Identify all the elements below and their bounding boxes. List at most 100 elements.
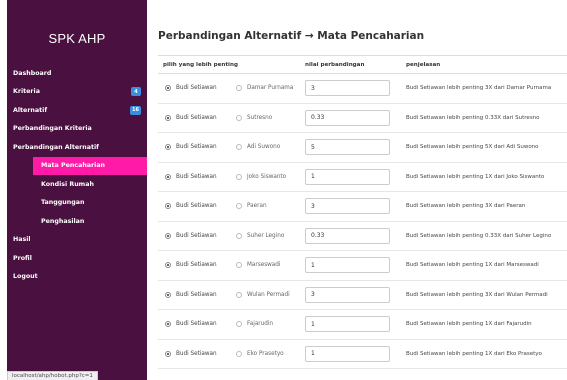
choice-label-b: Fajarudin — [247, 321, 274, 328]
choice-label-b: Paeran — [247, 203, 267, 210]
comparison-value-input[interactable] — [305, 198, 390, 215]
description-cell: Budi Setiawan lebih penting 0.33X dari S… — [406, 114, 540, 121]
count-badge: 4 — [131, 87, 141, 97]
comparison-value-input[interactable] — [305, 168, 390, 185]
value-cell — [300, 80, 401, 97]
sidebar-item-label: Mata Pencaharian — [41, 162, 106, 170]
choice-option-b[interactable]: Damar Purnama — [229, 85, 300, 92]
choice-option-b[interactable]: Eko Prasetyo — [229, 350, 300, 357]
choice-label-b: Joko Siswanto — [247, 173, 287, 180]
radio-checked-icon[interactable] — [165, 203, 171, 210]
sidebar-item-label: Hasil — [13, 236, 31, 244]
choice-label-b: Adi Suwono — [247, 144, 281, 151]
comparison-value-input[interactable] — [305, 109, 390, 126]
choice-option-a[interactable]: Budi Setiawan — [158, 173, 229, 180]
choice-option-b[interactable]: Wulan Permadi — [229, 291, 300, 298]
radio-checked-icon[interactable] — [165, 232, 171, 239]
radio-checked-icon[interactable] — [165, 321, 171, 328]
choice-option-b[interactable]: Marseswadi — [229, 262, 300, 269]
choice-option-a[interactable]: Budi Setiawan — [158, 203, 229, 210]
comparison-value-input[interactable] — [305, 345, 390, 362]
value-cell — [300, 168, 401, 185]
radio-checked-icon[interactable] — [165, 85, 171, 92]
sidebar-item-label: Perbandingan Alternatif — [13, 143, 99, 151]
comparison-value-input[interactable] — [305, 316, 390, 333]
radio-unchecked-icon[interactable] — [236, 350, 242, 357]
choice-option-a[interactable]: Budi Setiawan — [158, 291, 229, 298]
sidebar-item-dashboard[interactable]: Dashboard — [7, 64, 147, 83]
sidebar-item-logout[interactable]: Logout — [7, 268, 147, 287]
comparison-value-input[interactable] — [305, 139, 390, 156]
radio-unchecked-icon[interactable] — [236, 291, 242, 298]
radio-unchecked-icon[interactable] — [236, 321, 242, 328]
choice-option-a[interactable]: Budi Setiawan — [158, 321, 229, 328]
value-cell — [300, 109, 401, 126]
sidebar-item-label: Logout — [13, 273, 38, 281]
count-badge: 16 — [130, 105, 141, 115]
description-cell: Budi Setiawan lebih penting 3X dari Paer… — [406, 203, 526, 210]
sidebar-subitem-kondisi-rumah[interactable]: Kondisi Rumah — [7, 175, 147, 194]
choice-option-b[interactable]: Sutresno — [229, 114, 300, 121]
page-title: Perbandingan Alternatif → Mata Pencahari… — [158, 30, 425, 42]
comparison-value-input[interactable] — [305, 257, 390, 274]
radio-checked-icon[interactable] — [165, 144, 171, 151]
description-cell: Budi Setiawan lebih penting 0.33X dari S… — [406, 232, 552, 239]
column-header-value: nilai perbandingan — [305, 61, 365, 68]
radio-checked-icon[interactable] — [165, 114, 171, 121]
choice-option-a[interactable]: Budi Setiawan — [158, 232, 229, 239]
radio-checked-icon[interactable] — [165, 350, 171, 357]
sidebar-item-label: Dashboard — [13, 69, 52, 77]
radio-checked-icon[interactable] — [165, 291, 171, 298]
sidebar-item-label: Perbandingan Kriteria — [13, 125, 92, 133]
radio-unchecked-icon[interactable] — [236, 144, 242, 151]
choice-option-b[interactable]: Suher Legino — [229, 232, 300, 239]
sidebar-item-alternatif[interactable]: Alternatif 16 — [7, 101, 147, 120]
table-row: Budi Setiawan Fajarudin Budi Setiawan le… — [158, 310, 567, 340]
table-row: Budi Setiawan Marseswadi Budi Setiawan l… — [158, 251, 567, 281]
radio-unchecked-icon[interactable] — [236, 262, 242, 269]
sidebar-subitem-mata-pencaharian[interactable]: Mata Pencaharian — [33, 156, 147, 175]
table-row: Budi Setiawan Joko Siswanto Budi Setiawa… — [158, 163, 567, 192]
sidebar-item-profil[interactable]: Profil — [7, 249, 147, 268]
choice-label-a: Budi Setiawan — [176, 85, 217, 92]
sidebar-item-hasil[interactable]: Hasil — [7, 231, 147, 250]
radio-unchecked-icon[interactable] — [236, 232, 242, 239]
choice-option-b[interactable]: Adi Suwono — [229, 144, 300, 151]
choice-option-b[interactable]: Fajarudin — [229, 321, 300, 328]
comparison-table: pilih yang lebih penting nilai perbandin… — [158, 55, 567, 369]
sidebar-subitem-tanggungan[interactable]: Tanggungan — [7, 194, 147, 213]
choice-cell: Budi Setiawan Joko Siswanto — [158, 173, 300, 180]
comparison-value-input[interactable] — [305, 80, 390, 97]
choice-label-b: Damar Purnama — [247, 85, 294, 92]
sidebar-item-kriteria[interactable]: Kriteria 4 — [7, 83, 147, 102]
choice-label-a: Budi Setiawan — [176, 114, 217, 121]
radio-unchecked-icon[interactable] — [236, 85, 242, 92]
choice-label-a: Budi Setiawan — [176, 262, 217, 269]
choice-label-b: Wulan Permadi — [247, 291, 290, 298]
choice-label-b: Suher Legino — [247, 232, 285, 239]
sidebar-item-perbandingan-kriteria[interactable]: Perbandingan Kriteria — [7, 120, 147, 139]
radio-checked-icon[interactable] — [165, 173, 171, 180]
comparison-value-input[interactable] — [305, 227, 390, 244]
radio-unchecked-icon[interactable] — [236, 173, 242, 180]
comparison-value-input[interactable] — [305, 286, 390, 303]
choice-option-a[interactable]: Budi Setiawan — [158, 350, 229, 357]
choice-option-a[interactable]: Budi Setiawan — [158, 114, 229, 121]
choice-option-b[interactable]: Paeran — [229, 203, 300, 210]
choice-option-a[interactable]: Budi Setiawan — [158, 262, 229, 269]
sidebar-item-perbandingan-alternatif[interactable]: Perbandingan Alternatif — [7, 138, 147, 157]
choice-option-a[interactable]: Budi Setiawan — [158, 144, 229, 151]
radio-unchecked-icon[interactable] — [236, 203, 242, 210]
description-cell: Budi Setiawan lebih penting 5X dari Adi … — [406, 144, 539, 151]
choice-option-b[interactable]: Joko Siswanto — [229, 173, 300, 180]
table-row: Budi Setiawan Paeran Budi Setiawan lebih… — [158, 192, 567, 222]
value-cell — [300, 139, 401, 156]
sidebar-item-label: Tanggungan — [41, 199, 85, 207]
description-cell: Budi Setiawan lebih penting 3X dari Wula… — [406, 291, 548, 298]
choice-option-a[interactable]: Budi Setiawan — [158, 85, 229, 92]
description-cell: Budi Setiawan lebih penting 1X dari Joko… — [406, 173, 545, 180]
sidebar-subitem-penghasilan[interactable]: Penghasilan — [7, 212, 147, 231]
radio-checked-icon[interactable] — [165, 262, 171, 269]
radio-unchecked-icon[interactable] — [236, 114, 242, 121]
table-row: Budi Setiawan Eko Prasetyo Budi Setiawan… — [158, 340, 567, 369]
